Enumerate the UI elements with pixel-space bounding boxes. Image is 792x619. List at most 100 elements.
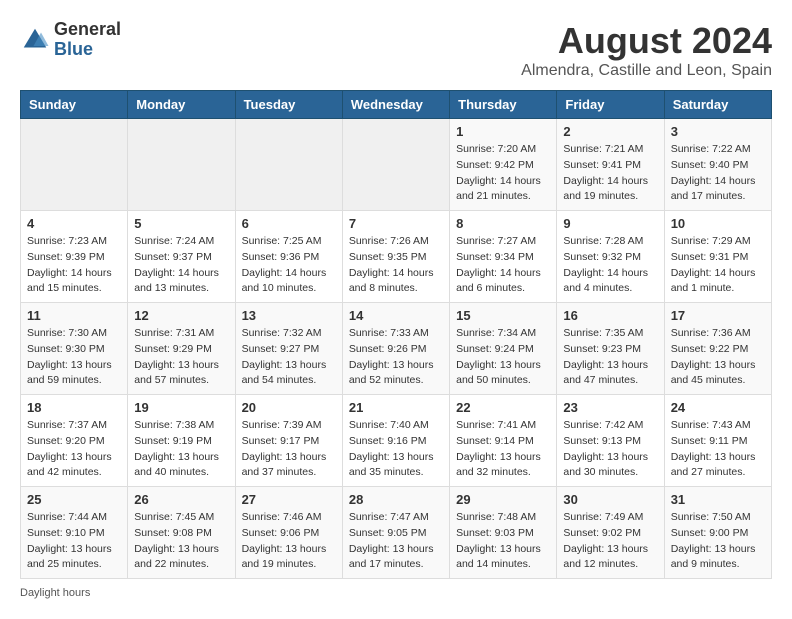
- calendar-cell: 31 Sunrise: 7:50 AMSunset: 9:00 PMDayligh…: [664, 487, 771, 579]
- col-header-friday: Friday: [557, 91, 664, 119]
- calendar-cell: 12 Sunrise: 7:31 AMSunset: 9:29 PMDayligh…: [128, 303, 235, 395]
- day-number: 24: [671, 400, 765, 415]
- day-info: Sunrise: 7:47 AMSunset: 9:05 PMDaylight:…: [349, 510, 443, 573]
- day-number: 28: [349, 492, 443, 507]
- day-number: 10: [671, 216, 765, 231]
- calendar-cell: 24Sunrise: 7:43 AMSunset: 9:11 PMDayligh…: [664, 395, 771, 487]
- title-area: August 2024 Almendra, Castille and Leon,…: [521, 20, 772, 80]
- calendar-cell: 19 Sunrise: 7:38 AMSunset: 9:19 PMDayligh…: [128, 395, 235, 487]
- day-number: 22: [456, 400, 550, 415]
- day-info: Sunrise: 7:24 AMSunset: 9:37 PMDaylight:…: [134, 234, 228, 297]
- day-info: Sunrise: 7:29 AMSunset: 9:31 PMDaylight:…: [671, 234, 765, 297]
- calendar-cell: 28 Sunrise: 7:47 AMSunset: 9:05 PMDayligh…: [342, 487, 449, 579]
- day-number: 2: [563, 124, 657, 139]
- calendar-cell: 16Sunrise: 7:35 AMSunset: 9:23 PMDayligh…: [557, 303, 664, 395]
- calendar-cell: 18 Sunrise: 7:37 AMSunset: 9:20 PMDayligh…: [21, 395, 128, 487]
- calendar-cell: [128, 119, 235, 211]
- calendar-cell: 20 Sunrise: 7:39 AMSunset: 9:17 PMDayligh…: [235, 395, 342, 487]
- calendar-cell: 3 Sunrise: 7:22 AMSunset: 9:40 PMDaylight…: [664, 119, 771, 211]
- day-info: Sunrise: 7:49 AMSunset: 9:02 PMDaylight:…: [563, 510, 657, 573]
- footer-note: Daylight hours: [20, 587, 772, 599]
- calendar-cell: 23 Sunrise: 7:42 AMSunset: 9:13 PMDayligh…: [557, 395, 664, 487]
- day-number: 9: [563, 216, 657, 231]
- day-number: 6: [242, 216, 336, 231]
- calendar-cell: [21, 119, 128, 211]
- day-info: Sunrise: 7:36 AMSunset: 9:22 PMDaylight:…: [671, 326, 765, 389]
- day-info: Sunrise: 7:25 AMSunset: 9:36 PMDaylight:…: [242, 234, 336, 297]
- calendar-cell: 22 Sunrise: 7:41 AMSunset: 9:14 PMDayligh…: [450, 395, 557, 487]
- day-info: Sunrise: 7:45 AMSunset: 9:08 PMDaylight:…: [134, 510, 228, 573]
- logo: General Blue: [20, 20, 121, 60]
- calendar-week-0: 1Sunrise: 7:20 AMSunset: 9:42 PMDaylight…: [21, 119, 772, 211]
- logo-blue-text: Blue: [54, 40, 121, 60]
- day-info: Sunrise: 7:37 AMSunset: 9:20 PMDaylight:…: [27, 418, 121, 481]
- calendar-cell: 2 Sunrise: 7:21 AMSunset: 9:41 PMDaylight…: [557, 119, 664, 211]
- calendar-cell: [342, 119, 449, 211]
- day-info: Sunrise: 7:38 AMSunset: 9:19 PMDaylight:…: [134, 418, 228, 481]
- day-number: 31: [671, 492, 765, 507]
- calendar-cell: 27 Sunrise: 7:46 AMSunset: 9:06 PMDayligh…: [235, 487, 342, 579]
- daylight-note: Daylight hours: [20, 587, 90, 599]
- col-header-thursday: Thursday: [450, 91, 557, 119]
- day-info: Sunrise: 7:39 AMSunset: 9:17 PMDaylight:…: [242, 418, 336, 481]
- col-header-sunday: Sunday: [21, 91, 128, 119]
- day-number: 15: [456, 308, 550, 323]
- logo-icon: [20, 25, 50, 55]
- day-number: 4: [27, 216, 121, 231]
- calendar-cell: 5 Sunrise: 7:24 AMSunset: 9:37 PMDaylight…: [128, 211, 235, 303]
- col-header-tuesday: Tuesday: [235, 91, 342, 119]
- day-info: Sunrise: 7:21 AMSunset: 9:41 PMDaylight:…: [563, 142, 657, 205]
- calendar-header-row: SundayMondayTuesdayWednesdayThursdayFrid…: [21, 91, 772, 119]
- day-number: 29: [456, 492, 550, 507]
- day-info: Sunrise: 7:46 AMSunset: 9:06 PMDaylight:…: [242, 510, 336, 573]
- day-number: 20: [242, 400, 336, 415]
- day-info: Sunrise: 7:50 AMSunset: 9:00 PMDaylight:…: [671, 510, 765, 573]
- day-number: 12: [134, 308, 228, 323]
- day-info: Sunrise: 7:41 AMSunset: 9:14 PMDaylight:…: [456, 418, 550, 481]
- day-number: 19: [134, 400, 228, 415]
- calendar-table: SundayMondayTuesdayWednesdayThursdayFrid…: [20, 90, 772, 579]
- page-header: General Blue August 2024 Almendra, Casti…: [20, 20, 772, 80]
- day-info: Sunrise: 7:22 AMSunset: 9:40 PMDaylight:…: [671, 142, 765, 205]
- col-header-monday: Monday: [128, 91, 235, 119]
- day-number: 26: [134, 492, 228, 507]
- calendar-cell: 6 Sunrise: 7:25 AMSunset: 9:36 PMDaylight…: [235, 211, 342, 303]
- day-number: 5: [134, 216, 228, 231]
- day-number: 17: [671, 308, 765, 323]
- day-info: Sunrise: 7:26 AMSunset: 9:35 PMDaylight:…: [349, 234, 443, 297]
- day-info: Sunrise: 7:31 AMSunset: 9:29 PMDaylight:…: [134, 326, 228, 389]
- day-number: 8: [456, 216, 550, 231]
- day-number: 18: [27, 400, 121, 415]
- calendar-week-2: 11 Sunrise: 7:30 AMSunset: 9:30 PMDayligh…: [21, 303, 772, 395]
- day-info: Sunrise: 7:34 AMSunset: 9:24 PMDaylight:…: [456, 326, 550, 389]
- calendar-cell: 1Sunrise: 7:20 AMSunset: 9:42 PMDaylight…: [450, 119, 557, 211]
- day-info: Sunrise: 7:35 AMSunset: 9:23 PMDaylight:…: [563, 326, 657, 389]
- day-number: 3: [671, 124, 765, 139]
- calendar-week-4: 25 Sunrise: 7:44 AMSunset: 9:10 PMDayligh…: [21, 487, 772, 579]
- day-number: 11: [27, 308, 121, 323]
- day-info: Sunrise: 7:33 AMSunset: 9:26 PMDaylight:…: [349, 326, 443, 389]
- day-number: 27: [242, 492, 336, 507]
- day-number: 21: [349, 400, 443, 415]
- logo-general-text: General: [54, 20, 121, 40]
- day-number: 25: [27, 492, 121, 507]
- calendar-cell: 4Sunrise: 7:23 AMSunset: 9:39 PMDaylight…: [21, 211, 128, 303]
- col-header-saturday: Saturday: [664, 91, 771, 119]
- day-info: Sunrise: 7:32 AMSunset: 9:27 PMDaylight:…: [242, 326, 336, 389]
- day-info: Sunrise: 7:44 AMSunset: 9:10 PMDaylight:…: [27, 510, 121, 573]
- calendar-cell: 14 Sunrise: 7:33 AMSunset: 9:26 PMDayligh…: [342, 303, 449, 395]
- day-number: 23: [563, 400, 657, 415]
- location-title: Almendra, Castille and Leon, Spain: [521, 62, 772, 80]
- day-info: Sunrise: 7:42 AMSunset: 9:13 PMDaylight:…: [563, 418, 657, 481]
- day-info: Sunrise: 7:40 AMSunset: 9:16 PMDaylight:…: [349, 418, 443, 481]
- calendar-cell: 17 Sunrise: 7:36 AMSunset: 9:22 PMDayligh…: [664, 303, 771, 395]
- day-number: 30: [563, 492, 657, 507]
- calendar-cell: 30 Sunrise: 7:49 AMSunset: 9:02 PMDayligh…: [557, 487, 664, 579]
- day-number: 14: [349, 308, 443, 323]
- day-info: Sunrise: 7:30 AMSunset: 9:30 PMDaylight:…: [27, 326, 121, 389]
- calendar-cell: 13Sunrise: 7:32 AMSunset: 9:27 PMDayligh…: [235, 303, 342, 395]
- calendar-cell: 25 Sunrise: 7:44 AMSunset: 9:10 PMDayligh…: [21, 487, 128, 579]
- day-info: Sunrise: 7:27 AMSunset: 9:34 PMDaylight:…: [456, 234, 550, 297]
- day-number: 7: [349, 216, 443, 231]
- calendar-cell: 9Sunrise: 7:28 AMSunset: 9:32 PMDaylight…: [557, 211, 664, 303]
